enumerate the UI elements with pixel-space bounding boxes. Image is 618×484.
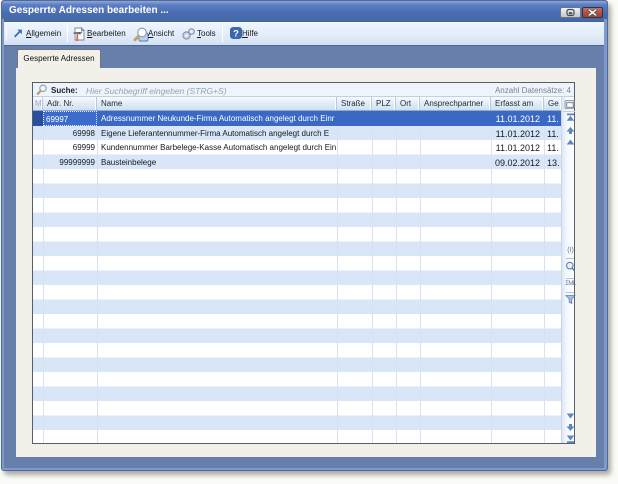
svg-text:?: ? (233, 28, 239, 39)
